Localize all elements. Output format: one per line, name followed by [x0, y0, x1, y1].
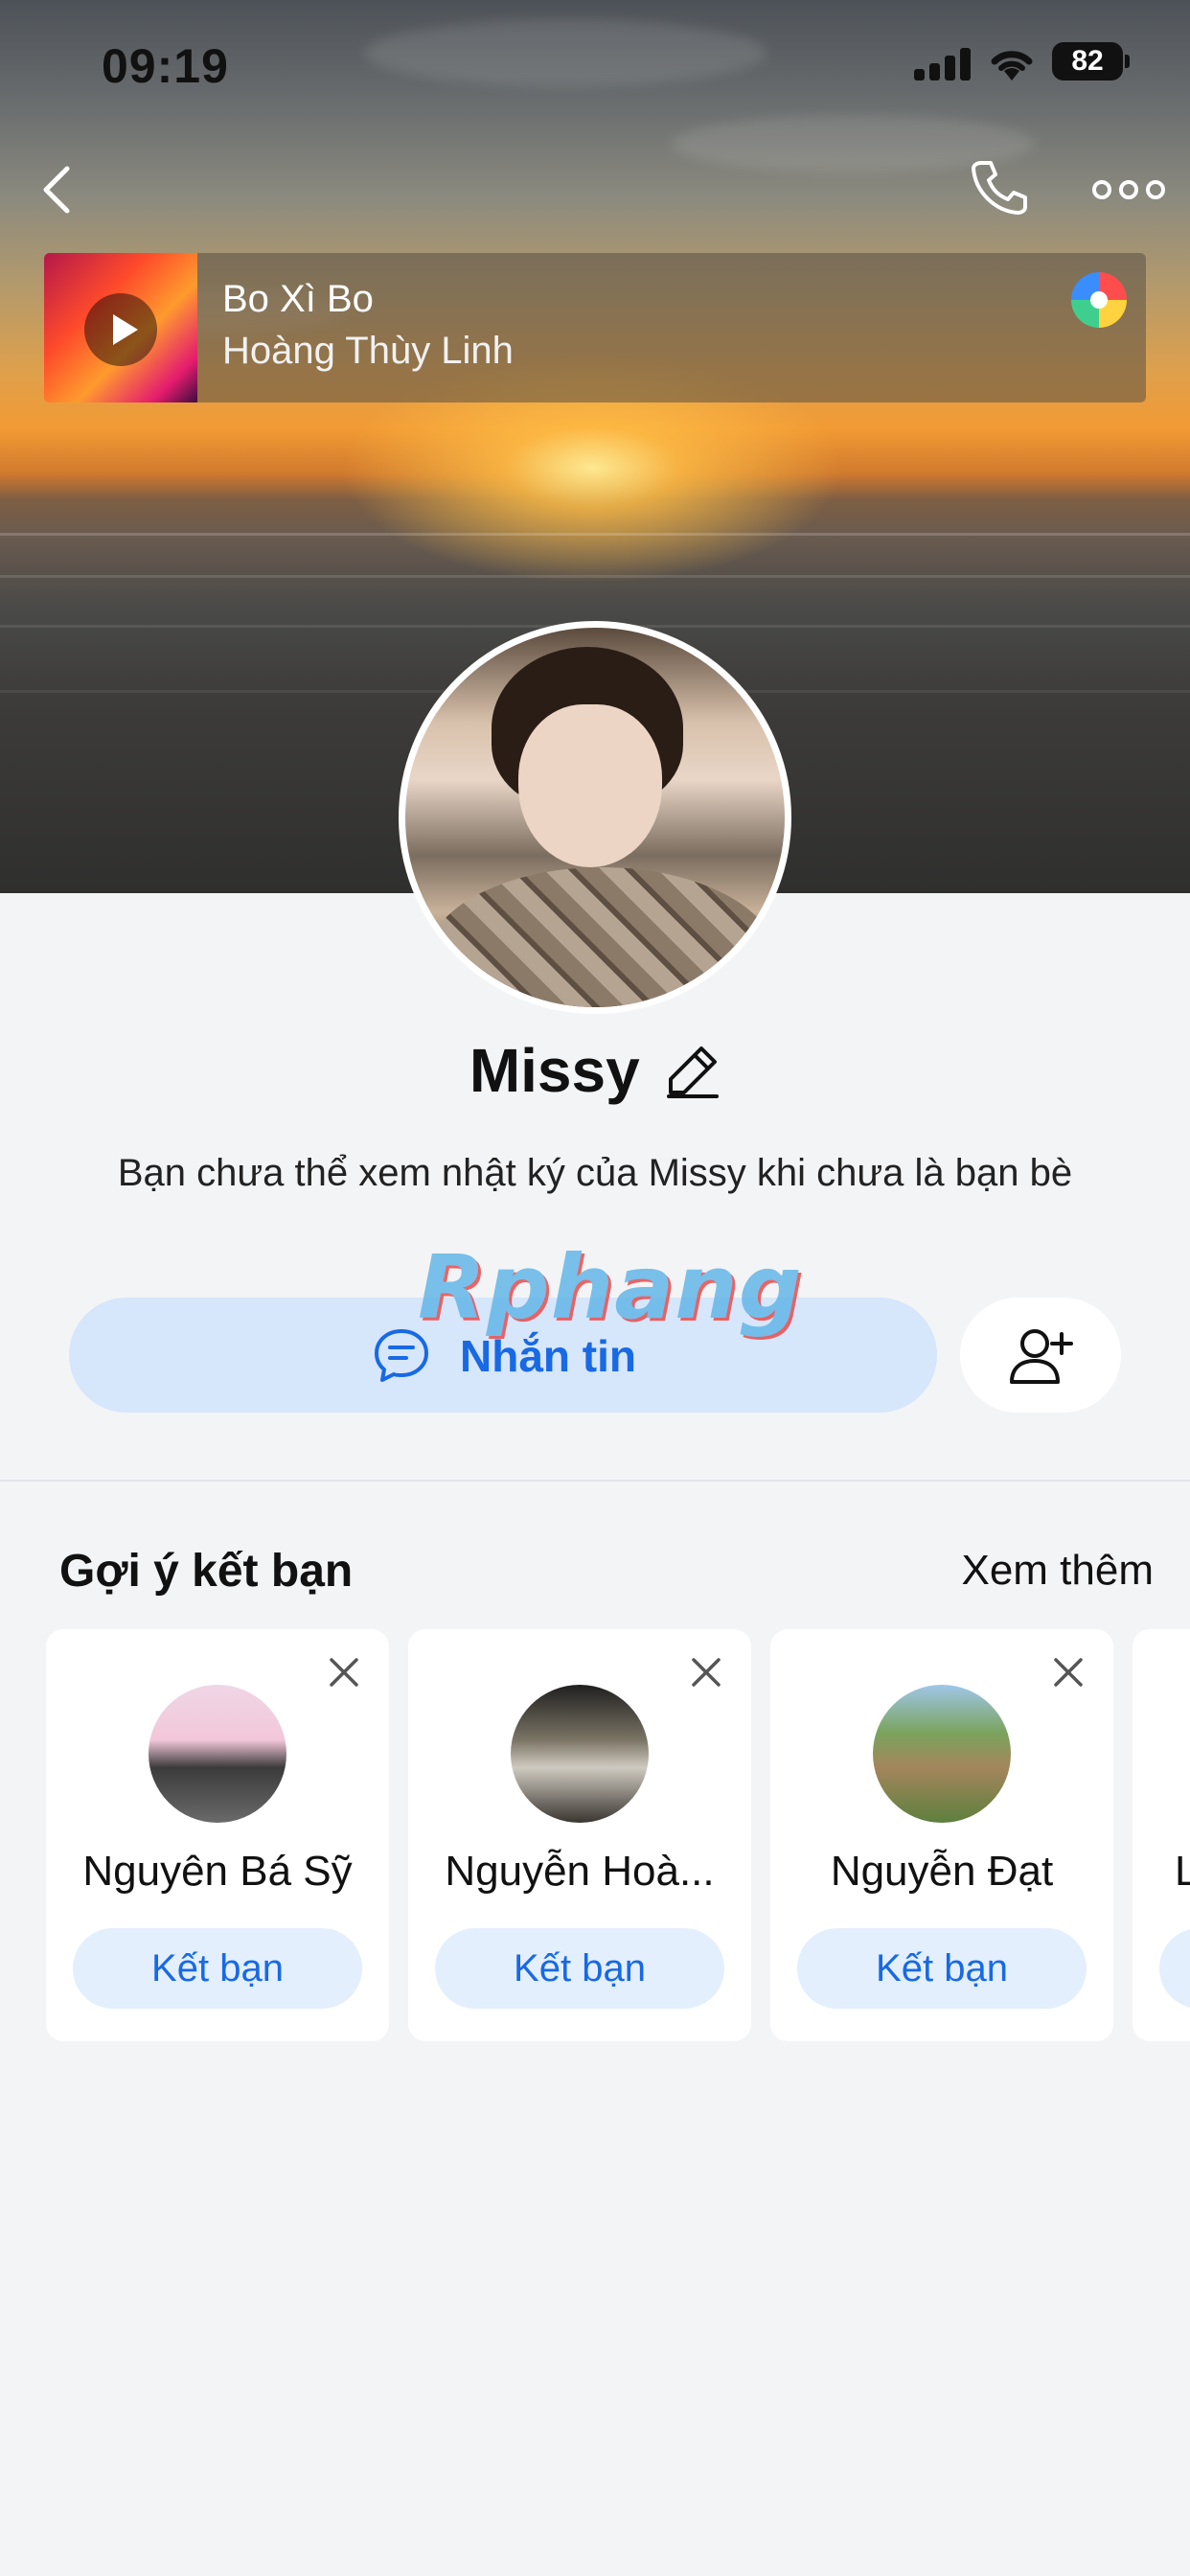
suggestion-avatar[interactable] — [873, 1685, 1011, 1823]
add-friend-icon — [1010, 1329, 1073, 1384]
profile-name: Missy — [469, 1036, 640, 1105]
suggestion-name: Nguyễn Đạt — [830, 1848, 1054, 1895]
profile-name-row: Missy — [0, 1035, 1190, 1106]
watermark-logo: Rphang — [418, 1236, 803, 1339]
add-friend-button[interactable] — [960, 1298, 1121, 1413]
suggestion-card[interactable]: Nguyên Bá Sỹ Kết bạn — [46, 1629, 389, 2041]
divider — [0, 1480, 1190, 1482]
add-friend-small-button[interactable]: Kết bạn — [797, 1928, 1087, 2009]
play-icon[interactable] — [84, 293, 157, 366]
add-friend-small-button[interactable]: Kết bạn — [73, 1928, 362, 2009]
suggestion-name: L — [1175, 1848, 1190, 1895]
suggestions-title: Gợi ý kết bạn — [59, 1546, 354, 1597]
suggestion-card-partial[interactable]: L — [1133, 1629, 1190, 2041]
add-friend-small-button[interactable]: Kết bạn — [435, 1928, 724, 2009]
add-friend-small-button[interactable] — [1159, 1928, 1190, 2009]
wifi-icon — [991, 51, 1033, 80]
suggestion-avatar[interactable] — [149, 1685, 286, 1823]
edit-icon[interactable] — [665, 1043, 721, 1098]
avatar[interactable] — [399, 621, 791, 1014]
song-artist: Hoàng Thùy Linh — [222, 330, 514, 372]
music-disc-icon[interactable] — [1071, 272, 1127, 328]
suggestion-name: Nguyễn Hoà... — [445, 1848, 715, 1895]
more-icon[interactable] — [1090, 171, 1167, 209]
status-time: 09:19 — [102, 39, 229, 93]
song-title: Bo Xì Bo — [222, 278, 374, 320]
suggestion-card[interactable]: Nguyễn Đạt Kết bạn — [770, 1629, 1113, 2041]
phone-icon[interactable] — [968, 155, 1031, 218]
suggestion-name: Nguyên Bá Sỹ — [82, 1848, 353, 1895]
privacy-note: Bạn chưa thể xem nhật ký của Missy khi c… — [117, 1152, 1073, 1194]
suggestion-card[interactable]: Nguyễn Hoà... Kết bạn — [408, 1629, 751, 2041]
back-icon[interactable] — [34, 161, 82, 218]
close-icon[interactable] — [326, 1654, 362, 1690]
signal-icon — [914, 46, 972, 80]
see-more-link[interactable]: Xem thêm — [961, 1547, 1154, 1595]
battery-indicator: 82 — [1052, 42, 1130, 80]
close-icon[interactable] — [688, 1654, 724, 1690]
album-art — [44, 253, 197, 402]
close-icon[interactable] — [1050, 1654, 1087, 1690]
suggestion-avatar[interactable] — [511, 1685, 649, 1823]
status-bar: 09:19 82 — [0, 0, 1190, 125]
music-card[interactable]: Bo Xì Bo Hoàng Thùy Linh — [44, 253, 1146, 402]
